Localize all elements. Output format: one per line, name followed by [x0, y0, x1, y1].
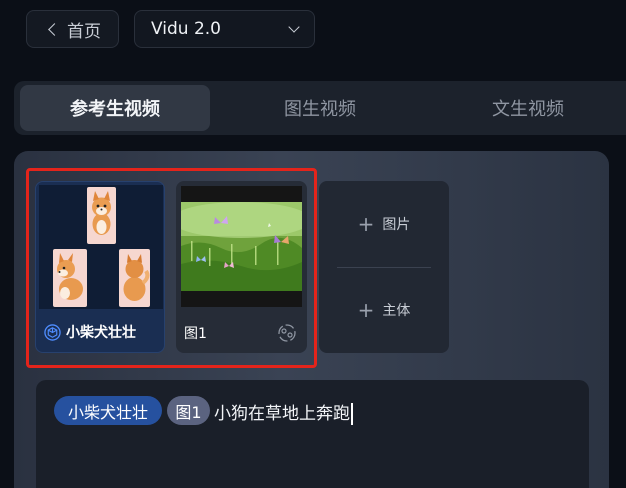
tab-image-to-video[interactable]: 图生视频	[220, 85, 420, 131]
back-home-button[interactable]: 首页	[26, 10, 119, 48]
add-image-button[interactable]: + 图片	[319, 181, 449, 267]
chevron-left-icon	[48, 22, 61, 36]
prompt-text: 小狗在草地上奔跑	[214, 404, 350, 424]
reference-highlight-frame	[26, 168, 317, 368]
tab-text-to-video[interactable]: 文生视频	[430, 85, 626, 131]
plus-icon: +	[357, 212, 375, 236]
add-subject-button[interactable]: + 主体	[319, 267, 449, 353]
add-reference-panel: + 图片 + 主体	[319, 181, 449, 353]
chevron-down-icon	[288, 21, 300, 33]
model-select-value: Vidu 2.0	[151, 19, 221, 39]
add-subject-label: 主体	[382, 303, 411, 319]
prompt-image-chip[interactable]: 图1	[167, 396, 210, 425]
prompt-subject-chip[interactable]: 小柴犬壮壮	[54, 396, 162, 425]
prompt-text-row: 小狗在草地上奔跑	[214, 399, 353, 425]
tab-reference-video[interactable]: 参考生视频	[20, 85, 210, 131]
plus-icon: +	[357, 298, 375, 322]
add-image-label: 图片	[382, 217, 411, 233]
model-select[interactable]: Vidu 2.0	[134, 10, 315, 48]
text-caret	[351, 403, 353, 425]
mode-tabs: 参考生视频 图生视频 文生视频	[14, 81, 626, 135]
back-home-label: 首页	[67, 21, 101, 42]
